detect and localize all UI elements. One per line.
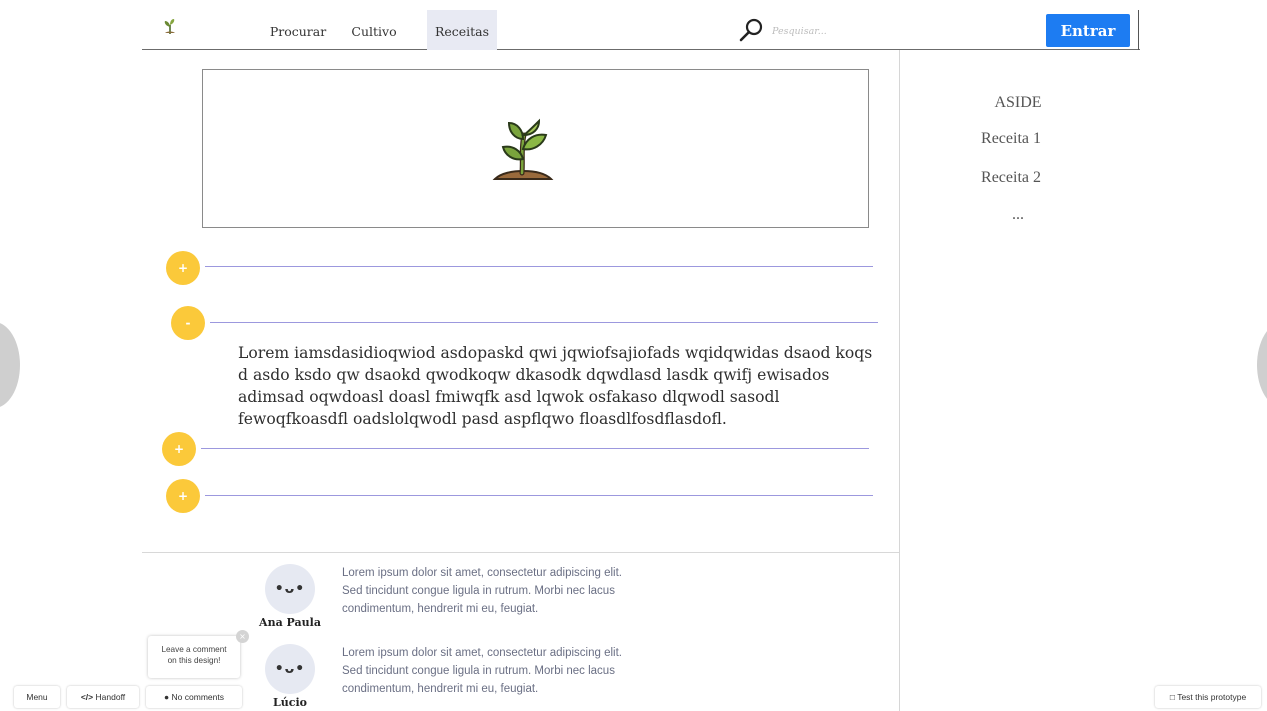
tooltip-line-1: Leave a comment <box>161 645 227 654</box>
test-prototype-label: Test this prototype <box>1177 692 1247 702</box>
hero-banner <box>202 69 869 228</box>
nav-receitas[interactable]: Receitas <box>427 10 497 50</box>
header-edge-divider <box>1138 10 1139 50</box>
menu-button[interactable]: Menu <box>14 686 60 708</box>
cup-icon: □ <box>1169 692 1175 702</box>
login-button[interactable]: Entrar <box>1046 14 1130 47</box>
avatar-ana-paula: •ᴗ• <box>265 564 315 614</box>
comment-author-lucio: Lúcio <box>273 696 307 709</box>
comment-text-lucio: Lorem ipsum dolor sit amet, consectetur … <box>342 647 622 695</box>
tooltip-line-2: on this design! <box>167 656 221 665</box>
accordion-collapse-button[interactable]: - <box>171 306 205 340</box>
next-screen-tab[interactable] <box>1257 322 1267 408</box>
handoff-label: Handoff <box>95 692 126 702</box>
accordion-expand-button-1[interactable]: + <box>166 251 200 285</box>
accordion-line-3 <box>201 448 869 449</box>
accordion-content-text: Lorem iamsdasidioqwiod asdopaskd qwi jqw… <box>238 344 873 428</box>
accordion-line-1 <box>205 266 873 267</box>
comments-button[interactable]: ● No comments <box>146 686 242 708</box>
accordion-line-4 <box>205 495 873 496</box>
handoff-button[interactable]: </> Handoff <box>67 686 139 708</box>
code-icon: </> <box>80 692 94 702</box>
aside-item-receita-2[interactable]: Receita 2 <box>951 169 1071 187</box>
site-header: Procurar Cultivo Receitas Entrar <box>142 0 1140 50</box>
plant-logo-icon[interactable] <box>162 17 178 35</box>
avatar-lucio: •ᴗ• <box>265 644 315 694</box>
nav-procurar[interactable]: Procurar <box>262 10 334 50</box>
comments-label: No comments <box>171 692 224 702</box>
accordion-expand-button-2[interactable]: + <box>162 432 196 466</box>
search-icon[interactable] <box>738 17 764 43</box>
accordion-expand-button-3[interactable]: + <box>166 479 200 513</box>
aside-divider <box>899 50 900 711</box>
search-input[interactable] <box>772 26 892 37</box>
aside-item-more[interactable]: ... <box>958 206 1078 224</box>
nav-cultivo[interactable]: Cultivo <box>342 10 406 50</box>
comment-tooltip: Leave a comment on this design! <box>148 636 240 678</box>
aside-item-receita-1[interactable]: Receita 1 <box>951 130 1071 148</box>
comment-text-ana-paula: Lorem ipsum dolor sit amet, consectetur … <box>342 567 622 615</box>
aside-title: ASIDE <box>994 94 1042 111</box>
tooltip-close-icon[interactable]: × <box>236 630 249 643</box>
sprout-icon <box>492 118 554 180</box>
comment-bubble-icon: ● <box>164 692 170 702</box>
accordion-line-2 <box>210 322 878 323</box>
test-prototype-button[interactable]: □ Test this prototype <box>1155 686 1261 708</box>
comments-divider <box>142 552 899 553</box>
comment-author-ana-paula: Ana Paula <box>259 616 321 629</box>
prev-screen-tab[interactable] <box>0 322 20 408</box>
